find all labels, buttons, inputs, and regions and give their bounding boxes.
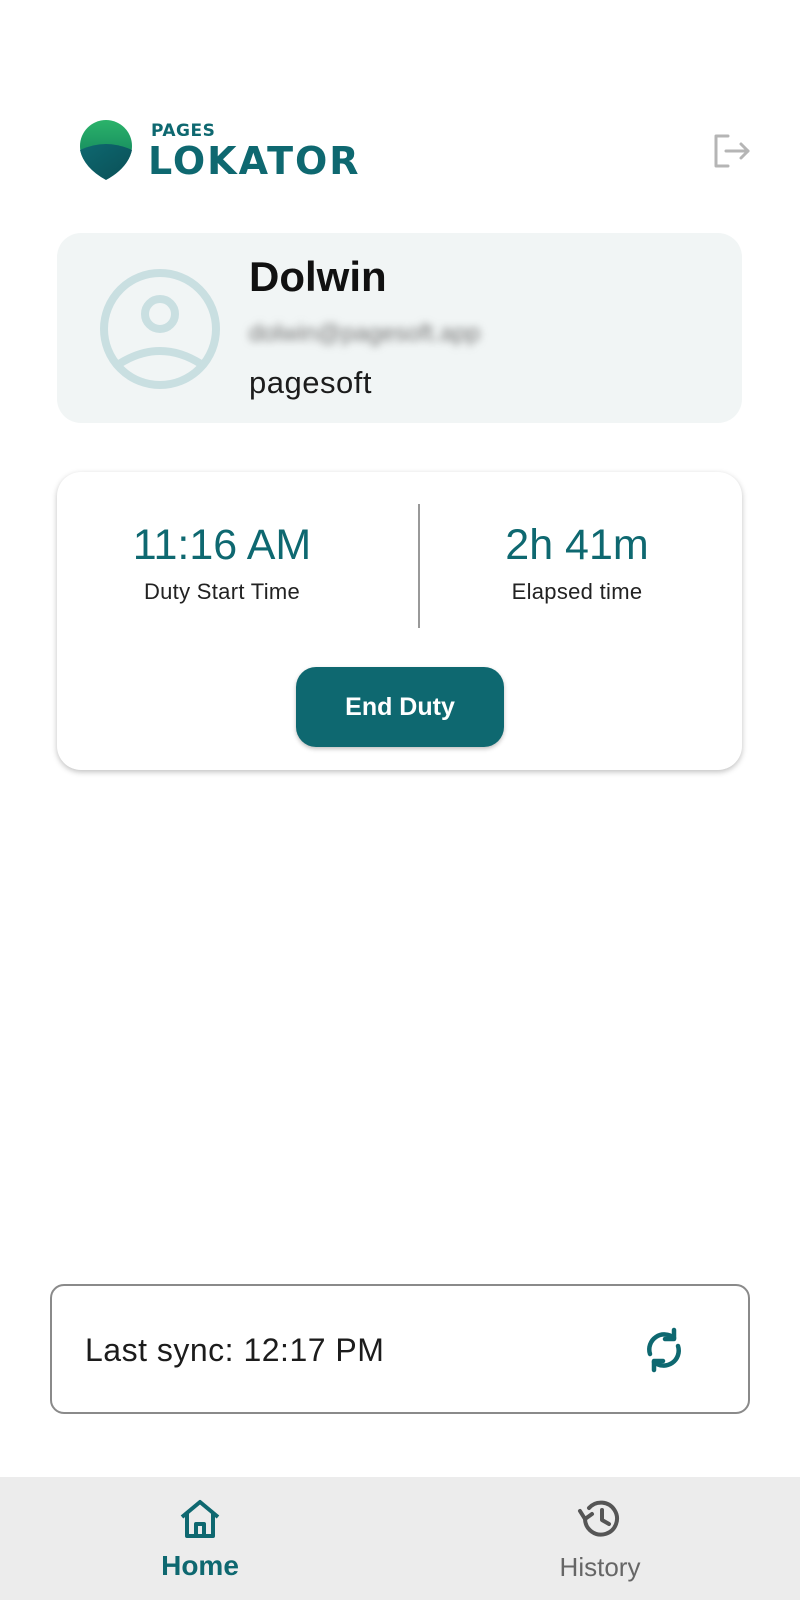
nav-label-history: History bbox=[559, 1552, 641, 1582]
history-icon bbox=[578, 1500, 619, 1537]
profile-name: Dolwin bbox=[249, 253, 387, 300]
duty-start-time-label: Duty Start Time bbox=[143, 579, 301, 605]
logo-text-big: LOKATOR bbox=[148, 138, 361, 183]
logo-pin-icon bbox=[80, 120, 132, 180]
logout-icon[interactable] bbox=[710, 130, 752, 172]
profile-email: dolwin@pagesoft.app bbox=[249, 320, 481, 347]
home-icon bbox=[180, 1500, 220, 1538]
last-sync-text: Last sync: 12:17 PM bbox=[85, 1332, 385, 1368]
end-duty-button[interactable]: End Duty bbox=[296, 667, 504, 747]
nav-label-home: Home bbox=[161, 1550, 239, 1581]
app-header: PAGES LOKATOR bbox=[78, 120, 752, 186]
elapsed-time: 2h 41m bbox=[505, 521, 649, 569]
profile-organization: pagesoft bbox=[249, 365, 372, 400]
duty-start-section: 11:16 AM Duty Start Time bbox=[57, 521, 387, 605]
duty-card: 11:16 AM Duty Start Time 2h 41m Elapsed … bbox=[57, 472, 742, 770]
sync-icon[interactable] bbox=[640, 1326, 688, 1374]
nav-item-history[interactable]: History bbox=[500, 1477, 700, 1600]
bottom-navigation: Home History bbox=[0, 1477, 800, 1600]
profile-card: Dolwin dolwin@pagesoft.app pagesoft bbox=[57, 233, 742, 423]
nav-item-home[interactable]: Home bbox=[100, 1477, 300, 1600]
app-logo: PAGES LOKATOR bbox=[78, 120, 361, 182]
sync-status-box: Last sync: 12:17 PM bbox=[50, 1284, 750, 1414]
duty-start-time: 11:16 AM bbox=[132, 521, 312, 569]
elapsed-section: 2h 41m Elapsed time bbox=[412, 521, 742, 605]
logo-text-small: PAGES bbox=[151, 120, 216, 141]
elapsed-time-label: Elapsed time bbox=[511, 579, 643, 605]
account-circle-icon bbox=[100, 269, 220, 389]
